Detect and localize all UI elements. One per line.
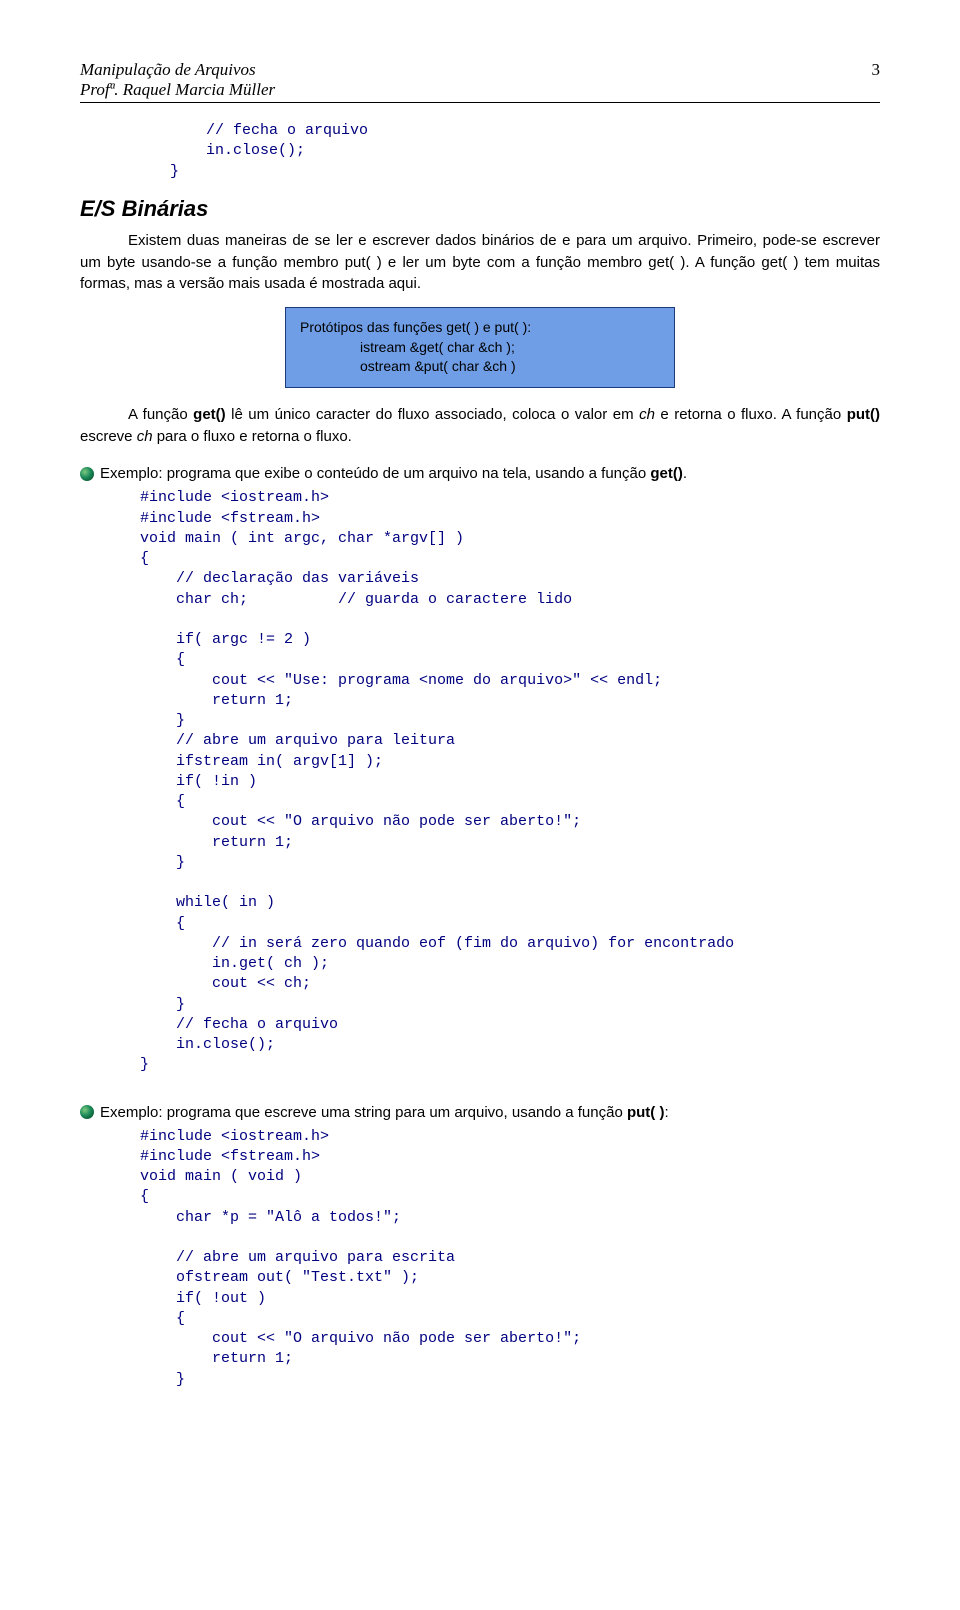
code-snippet-top: // fecha o arquivo in.close(); } xyxy=(170,121,880,182)
example-2-label: Exemplo: programa que escreve uma string… xyxy=(80,1104,880,1121)
proto-line-2: istream &get( char &ch ); xyxy=(300,338,660,358)
paragraph-getput: A função get() lê um único caracter do f… xyxy=(80,404,880,448)
bullet-icon xyxy=(80,1105,94,1119)
section-heading: E/S Binárias xyxy=(80,196,880,222)
code-example-2: #include <iostream.h> #include <fstream.… xyxy=(140,1127,880,1390)
page-header: Manipulação de Arquivos Profª. Raquel Ma… xyxy=(80,60,880,103)
paragraph-intro: Existem duas maneiras de se ler e escrev… xyxy=(80,230,880,295)
bullet-icon xyxy=(80,467,94,481)
code-example-1: #include <iostream.h> #include <fstream.… xyxy=(140,488,880,1075)
prototype-box: Protótipos das funções get( ) e put( ): … xyxy=(285,307,675,388)
example-1-label: Exemplo: programa que exibe o conteúdo d… xyxy=(80,465,880,482)
proto-line-1: Protótipos das funções get( ) e put( ): xyxy=(300,318,660,338)
doc-subtitle: Profª. Raquel Marcia Müller xyxy=(80,80,275,100)
proto-line-3: ostream &put( char &ch ) xyxy=(300,357,660,377)
doc-title: Manipulação de Arquivos xyxy=(80,60,275,80)
page-number: 3 xyxy=(872,60,881,80)
